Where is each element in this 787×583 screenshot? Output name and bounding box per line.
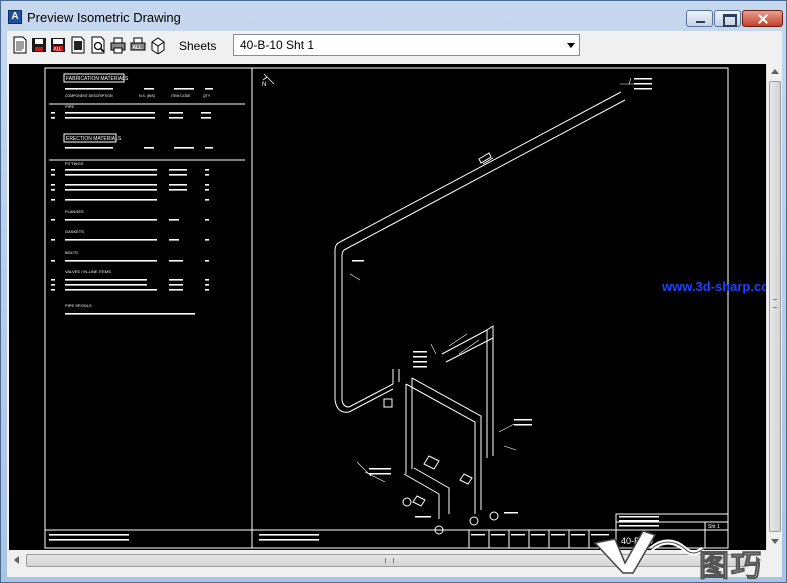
new-page-icon[interactable] bbox=[12, 36, 28, 54]
isometric-drawing: FABRICATION MATERIALS ERECTION MATERIALS… bbox=[44, 67, 729, 549]
valves-section-label: VALVES / IN-LINE ITEMS bbox=[65, 269, 111, 274]
site-logo-text: 图巧 bbox=[699, 549, 763, 583]
sheet-select[interactable]: 40-B-10 Sht 1 bbox=[233, 34, 580, 56]
watermark-text: www.3d-sharp.com bbox=[662, 279, 766, 294]
sheet-select-value: 40-B-10 Sht 1 bbox=[240, 38, 315, 52]
save-all-icon[interactable]: ALL bbox=[50, 36, 66, 54]
maximize-button[interactable] bbox=[714, 10, 741, 27]
isometric-view-icon[interactable] bbox=[150, 36, 166, 55]
preview-window: A Preview Isometric Drawing ALL ALL Shee… bbox=[0, 0, 787, 583]
bom-col-qty: QTY bbox=[203, 94, 211, 98]
printer-icon[interactable] bbox=[110, 36, 126, 54]
pipe-spools-section-label: PIPE SPOOLS bbox=[65, 303, 92, 308]
pipe-section-label: PIPE bbox=[65, 104, 74, 109]
north-arrow-label: N bbox=[262, 82, 266, 88]
print-preview-icon[interactable] bbox=[90, 36, 106, 54]
fabrication-header: FABRICATION MATERIALS bbox=[66, 76, 129, 82]
fittings-section-label: FITTINGS bbox=[65, 161, 84, 166]
print-all-icon[interactable]: ALL bbox=[130, 36, 146, 54]
drawing-viewport[interactable]: FABRICATION MATERIALS ERECTION MATERIALS… bbox=[9, 64, 766, 550]
flanges-section-label: FLANGES bbox=[65, 209, 84, 214]
save-icon[interactable] bbox=[31, 36, 47, 54]
title-bar[interactable]: A Preview Isometric Drawing bbox=[1, 1, 786, 31]
bom-col-item-code: ITEM CODE bbox=[171, 94, 191, 98]
vertical-scroll-thumb[interactable] bbox=[769, 81, 781, 532]
client-area: ALL ALL Sheets 40-B-10 Sht 1 FABRICATION… bbox=[7, 31, 782, 577]
drawing-border bbox=[44, 67, 729, 549]
close-button[interactable] bbox=[742, 10, 783, 27]
minimize-button[interactable] bbox=[686, 10, 713, 27]
toolbar: ALL ALL Sheets 40-B-10 Sht 1 bbox=[7, 31, 782, 62]
scroll-left-arrow-icon[interactable] bbox=[9, 552, 25, 569]
gaskets-section-label: GASKETS bbox=[65, 229, 84, 234]
pipe-loop bbox=[405, 377, 482, 460]
print-page-icon[interactable] bbox=[70, 36, 86, 54]
bom-col-description: COMPONENT DESCRIPTION bbox=[65, 94, 113, 98]
chevron-down-icon bbox=[567, 43, 575, 48]
bom-col-size: N.S. (INS) bbox=[139, 94, 155, 98]
pipe-run-top bbox=[339, 91, 626, 251]
scroll-up-arrow-icon[interactable] bbox=[767, 64, 783, 80]
window-title: Preview Isometric Drawing bbox=[27, 10, 181, 25]
bolts-section-label: BOLTS bbox=[65, 250, 78, 255]
pipe-riser bbox=[334, 241, 345, 400]
sheets-label: Sheets bbox=[179, 39, 217, 53]
svg-text:ALL: ALL bbox=[133, 45, 142, 51]
erection-header: ERECTION MATERIALS bbox=[66, 136, 122, 142]
vertical-scrollbar[interactable] bbox=[766, 64, 782, 550]
svg-text:ALL: ALL bbox=[54, 47, 63, 53]
app-logo-icon: A bbox=[8, 10, 22, 24]
